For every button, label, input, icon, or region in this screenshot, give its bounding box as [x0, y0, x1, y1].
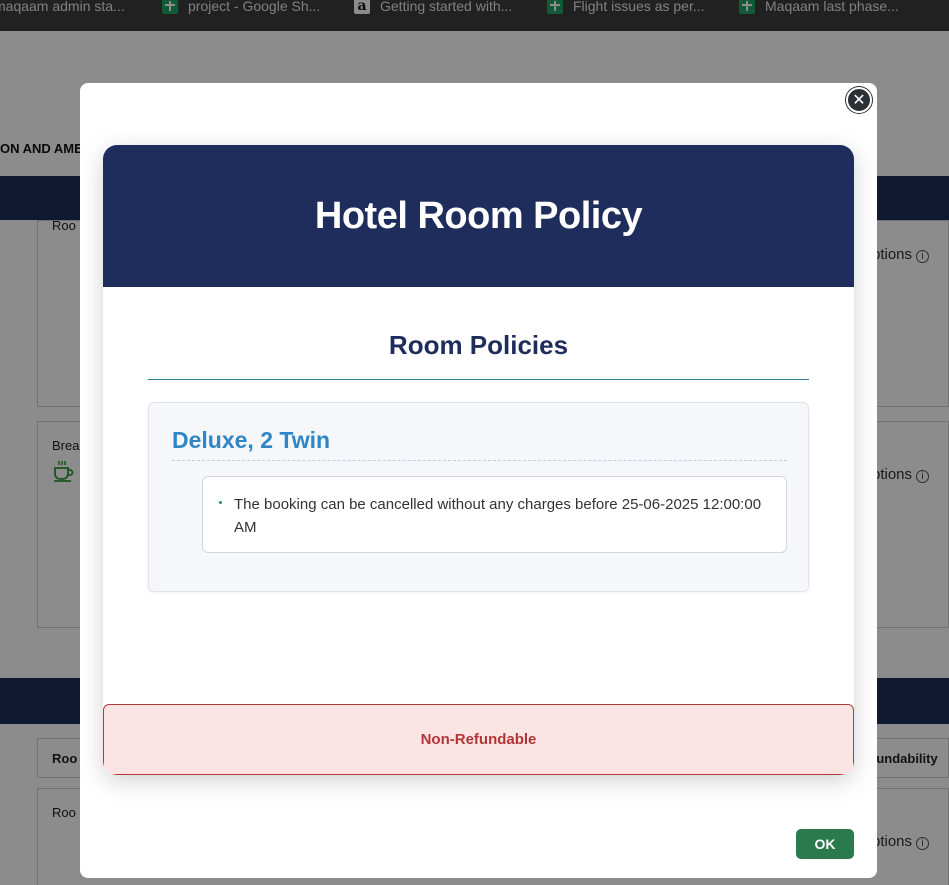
bullet-icon: [219, 501, 222, 504]
policy-panel: Hotel Room Policy Room Policies Deluxe, …: [103, 145, 854, 775]
policy-list: The booking can be cancelled without any…: [202, 476, 787, 553]
ok-button[interactable]: OK: [796, 829, 854, 859]
section-divider: [148, 379, 809, 380]
modal-title: Hotel Room Policy: [314, 194, 643, 237]
close-icon: ✕: [852, 92, 866, 109]
policy-item: The booking can be cancelled without any…: [234, 496, 762, 536]
refund-status-text: Non-Refundable: [420, 731, 537, 748]
refund-status-banner: Non-Refundable: [103, 704, 854, 775]
section-title: Room Policies: [388, 330, 569, 360]
room-divider: [172, 460, 787, 461]
room-name: Deluxe, 2 Twin: [172, 427, 331, 453]
policy-panel-header: Hotel Room Policy: [103, 145, 854, 287]
close-button[interactable]: ✕: [846, 87, 872, 113]
room-policy-card: Deluxe, 2 Twin The booking can be cancel…: [148, 402, 809, 592]
